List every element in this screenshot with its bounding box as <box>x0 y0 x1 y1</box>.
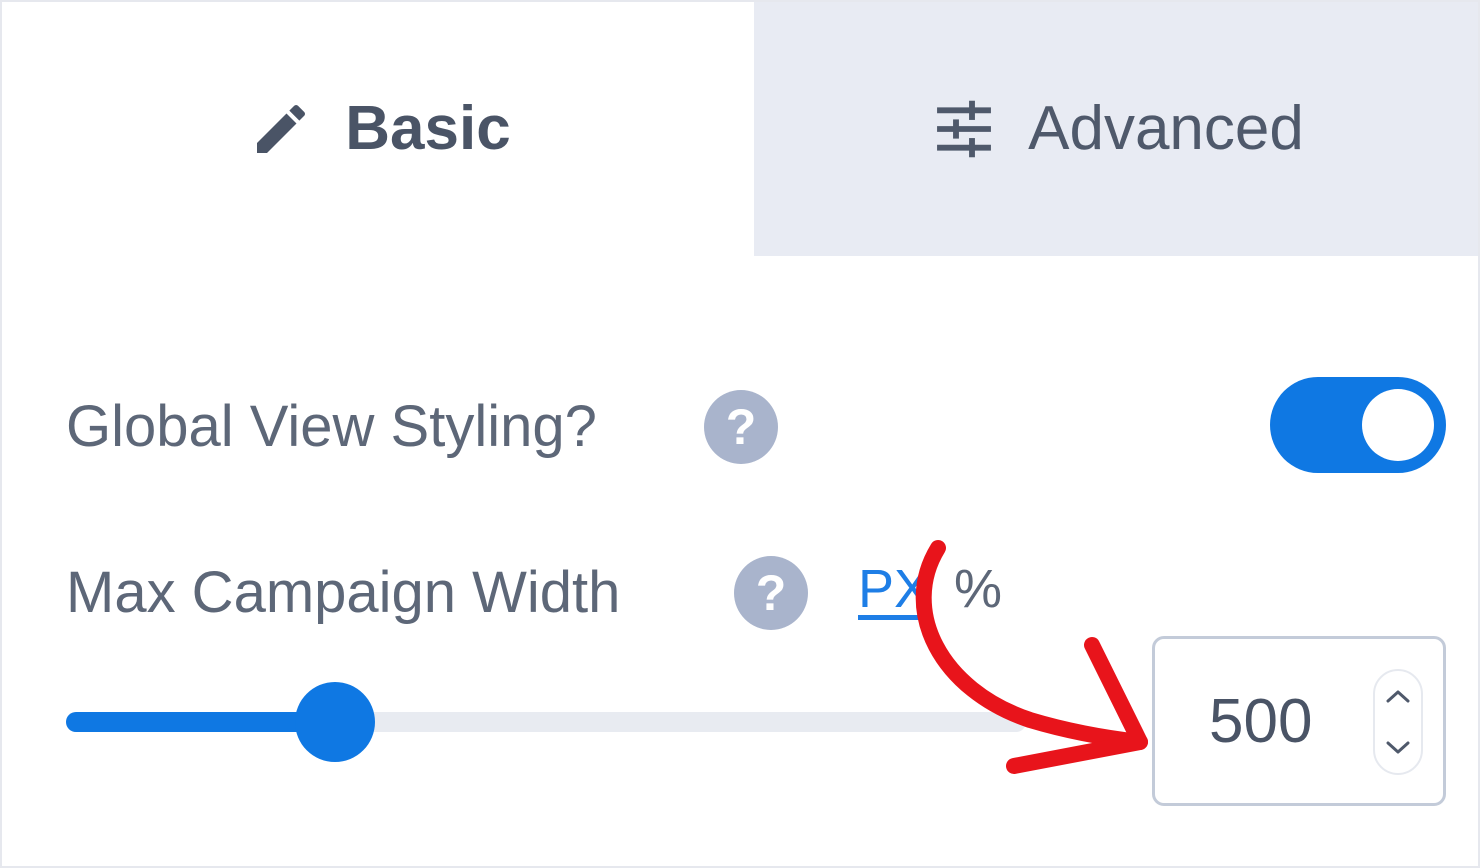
stepper-up-icon[interactable] <box>1375 671 1421 721</box>
tab-advanced[interactable]: Advanced <box>754 2 1478 256</box>
toggle-knob <box>1362 389 1434 461</box>
max-campaign-width-slider[interactable] <box>66 682 1026 762</box>
unit-percent-option[interactable]: % <box>954 562 1002 616</box>
max-campaign-width-help-icon[interactable]: ? <box>734 556 808 630</box>
tab-advanced-label: Advanced <box>1028 94 1304 163</box>
tab-bar: Basic Advanced <box>2 2 1478 256</box>
pencil-icon <box>245 93 317 165</box>
stepper-down-icon[interactable] <box>1375 723 1421 773</box>
unit-px-option[interactable]: PX <box>858 562 930 616</box>
max-campaign-width-value: 500 <box>1209 687 1313 756</box>
sliders-icon <box>928 93 1000 165</box>
max-campaign-width-label: Max Campaign Width <box>66 560 621 625</box>
tab-basic-label: Basic <box>345 94 511 163</box>
global-view-styling-label: Global View Styling? <box>66 394 597 459</box>
settings-panel: Basic Advanced Global View Styling? ? Ma… <box>0 0 1480 868</box>
global-view-styling-help-icon[interactable]: ? <box>704 390 778 464</box>
slider-thumb[interactable] <box>295 682 375 762</box>
global-view-styling-toggle[interactable] <box>1270 377 1446 473</box>
max-campaign-width-input[interactable]: 500 <box>1152 636 1446 806</box>
tab-basic[interactable]: Basic <box>2 2 754 256</box>
number-stepper <box>1373 669 1423 775</box>
